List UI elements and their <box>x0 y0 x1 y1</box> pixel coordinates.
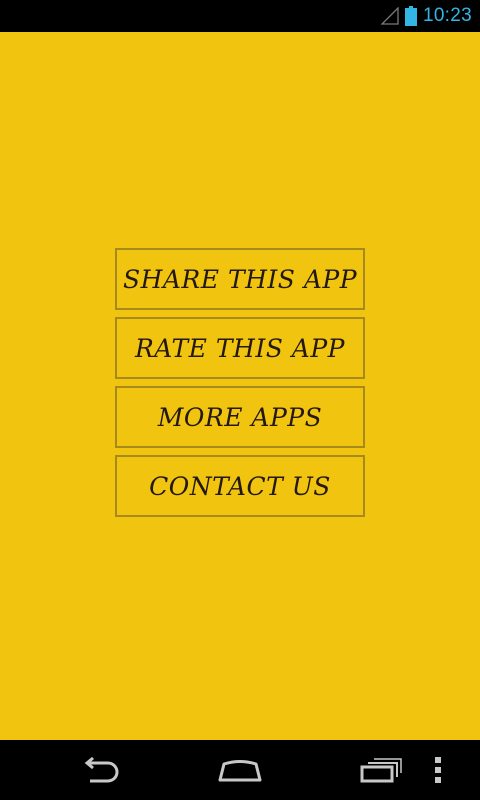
status-indicators: 10:23 <box>380 0 472 32</box>
contact-us-button[interactable]: CONTACT US <box>115 455 365 517</box>
more-apps-label: MORE APPS <box>157 402 323 432</box>
home-icon[interactable] <box>192 740 288 800</box>
overflow-menu-icon[interactable] <box>408 740 468 800</box>
signal-icon <box>380 7 399 25</box>
navigation-bar <box>0 740 480 800</box>
status-clock: 10:23 <box>422 5 472 26</box>
share-this-app-button[interactable]: SHARE THIS APP <box>115 248 365 310</box>
app-content: SHARE THIS APP RATE THIS APP MORE APPS C… <box>0 32 480 740</box>
rate-this-app-button[interactable]: RATE THIS APP <box>115 317 365 379</box>
share-this-app-label: SHARE THIS APP <box>122 264 358 294</box>
back-icon[interactable] <box>52 740 148 800</box>
main-menu: SHARE THIS APP RATE THIS APP MORE APPS C… <box>115 248 365 524</box>
status-bar: 10:23 <box>0 0 480 32</box>
rate-this-app-label: RATE THIS APP <box>134 333 345 363</box>
battery-icon <box>404 6 417 26</box>
contact-us-label: CONTACT US <box>149 471 331 501</box>
more-apps-button[interactable]: MORE APPS <box>115 386 365 448</box>
